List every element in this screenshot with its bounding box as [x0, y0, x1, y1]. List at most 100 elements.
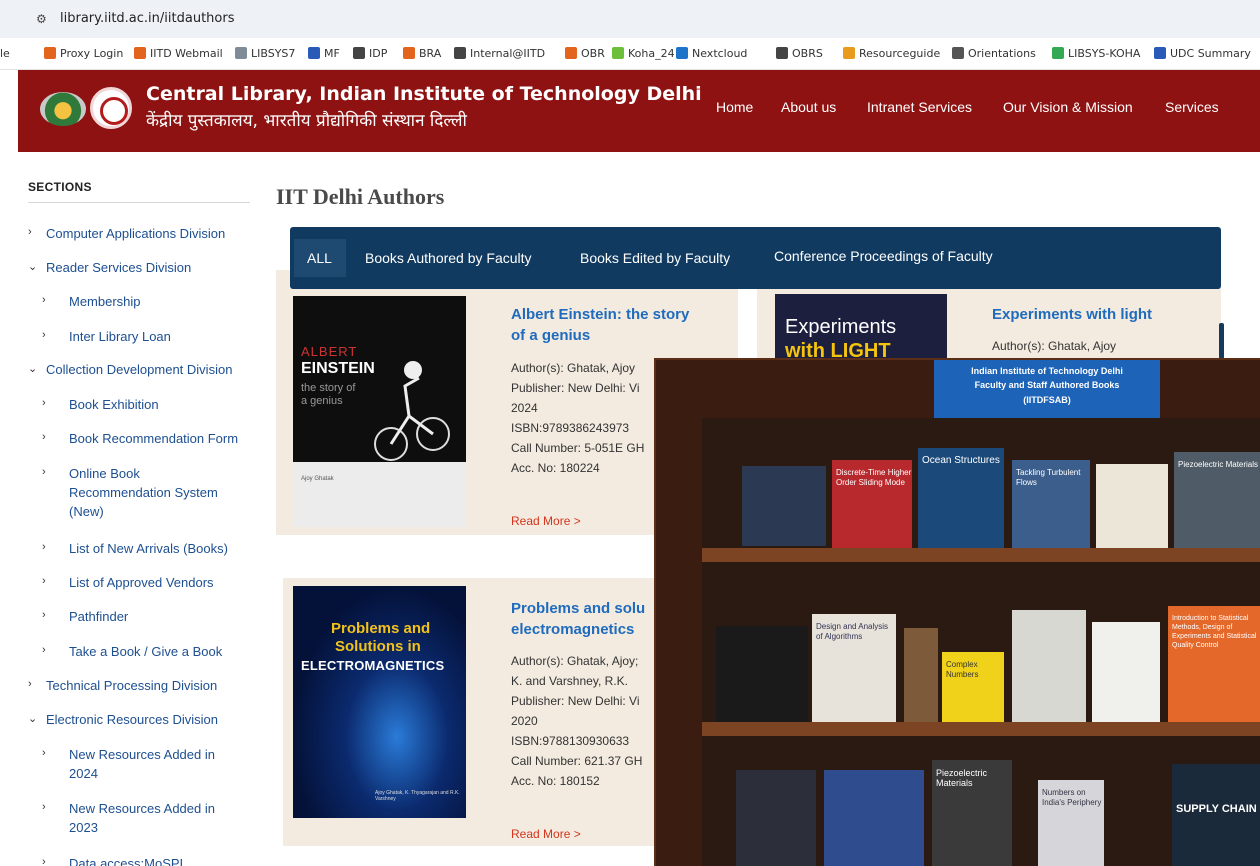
book-spine-text: Tackling Turbulent Flows	[1016, 468, 1081, 487]
tab-conference-proceedings[interactable]: Conference Proceedings of Faculty	[774, 248, 993, 264]
chevron-right-icon: ›	[42, 294, 46, 306]
photo-book: Design and Analysis of Algorithms	[812, 614, 896, 722]
book-year: 2020	[511, 714, 538, 728]
book-spine-text: Complex Numbers	[946, 660, 979, 679]
book-acc-no: Acc. No: 180224	[511, 461, 600, 475]
bookmark-libsys-koha[interactable]: LIBSYS-KOHA	[1052, 47, 1140, 60]
book-title-line[interactable]: of a genius	[511, 325, 731, 346]
photo-book: Ocean Structures	[918, 448, 1004, 548]
sidebar-item-collection-development[interactable]: Collection Development Division	[46, 360, 258, 379]
sidebar-item-online-book-recommendation[interactable]: Online Book Recommendation System (New)	[69, 464, 219, 521]
cover-text: with LIGHT	[785, 340, 891, 358]
sidebar-item-data-access-mospi[interactable]: Data access:MoSPI	[69, 854, 258, 866]
book-spine-text: Numbers on India's Periphery	[1042, 788, 1102, 807]
chevron-right-icon: ›	[42, 747, 46, 759]
bookmark-label: LIBSYS-KOHA	[1068, 47, 1141, 60]
browser-url-bar[interactable]: ⚙ library.iitd.ac.in/iitdauthors	[0, 0, 1260, 38]
sidebar-item-book-exhibition[interactable]: Book Exhibition	[69, 395, 258, 414]
iitd-logo[interactable]	[90, 87, 132, 129]
chevron-right-icon: ›	[42, 397, 46, 409]
bookmark-favicon-icon	[353, 47, 365, 59]
sidebar-item-reader-services[interactable]: Reader Services Division	[46, 258, 258, 277]
sidebar-item-technical-processing[interactable]: Technical Processing Division	[46, 676, 258, 695]
bookmark-proxy-login[interactable]: Proxy Login	[44, 47, 123, 60]
photo-book	[1012, 610, 1086, 722]
book-title-line[interactable]: electromagnetics	[511, 619, 654, 640]
read-more-link[interactable]: Read More >	[511, 514, 581, 528]
bookmark-orientations[interactable]: Orientations	[952, 47, 1036, 60]
nav-about-us[interactable]: About us	[781, 99, 836, 115]
book-isbn: ISBN:9789386243973	[511, 421, 630, 435]
cover-author: Ajoy Ghatak	[301, 476, 334, 482]
nav-intranet-services[interactable]: Intranet Services	[867, 99, 972, 115]
book-publisher: Publisher: New Delhi: Vi	[511, 694, 640, 708]
tab-books-edited[interactable]: Books Edited by Faculty	[580, 250, 730, 266]
bookmark-iitd-webmail[interactable]: IITD Webmail	[134, 47, 223, 60]
sidebar-item-resources-2023[interactable]: New Resources Added in 2023	[69, 799, 229, 837]
chevron-down-icon: ⌄	[28, 713, 38, 725]
book-title-einstein[interactable]: Albert Einstein: the story of a genius	[511, 304, 731, 346]
tab-books-authored[interactable]: Books Authored by Faculty	[365, 250, 532, 266]
sidebar-item-approved-vendors[interactable]: List of Approved Vendors	[69, 573, 258, 592]
bookmark-udc-summary[interactable]: UDC Summary	[1154, 47, 1251, 60]
bookmark-nextcloud[interactable]: Nextcloud	[676, 47, 747, 60]
bookmark-le[interactable]: le	[0, 47, 10, 60]
site-info-icon[interactable]: ⚙	[36, 12, 47, 26]
bookmark-libsys7[interactable]: LIBSYS7	[235, 47, 295, 60]
bookmark-resourceguide[interactable]: Resourceguide	[843, 47, 940, 60]
book-publisher: Publisher: New Delhi: Vi	[511, 381, 640, 395]
sidebar-item-take-give-book[interactable]: Take a Book / Give a Book	[69, 642, 258, 661]
chevron-right-icon: ›	[42, 609, 46, 621]
read-more-link[interactable]: Read More >	[511, 827, 581, 841]
chevron-right-icon: ›	[42, 541, 46, 553]
sidebar-item-inter-library-loan[interactable]: Inter Library Loan	[69, 327, 258, 346]
scrollbar-thumb[interactable]	[1219, 323, 1224, 359]
url-text[interactable]: library.iitd.ac.in/iitdauthors	[60, 11, 234, 26]
cover-text: Problems and	[331, 620, 431, 637]
sidebar-item-resources-2024[interactable]: New Resources Added in 2024	[69, 745, 229, 783]
site-title[interactable]: Central Library, Indian Institute of Tec…	[146, 83, 702, 105]
book-title-line[interactable]: Problems and solu	[511, 598, 654, 619]
sign-line: Faculty and Staff Authored Books	[974, 380, 1120, 390]
book-cover-electromagnetics[interactable]: Problems and Solutions in ELECTROMAGNETI…	[293, 586, 466, 818]
cover-text: ALBERT	[301, 344, 358, 359]
photo-book	[824, 770, 924, 866]
bookmark-obr[interactable]: OBR	[565, 47, 605, 60]
book-cover-experiments-light[interactable]: Experiments with LIGHT	[775, 294, 947, 358]
tab-all[interactable]: ALL	[307, 250, 332, 266]
bookmark-label: IITD Webmail	[150, 47, 223, 60]
nav-home[interactable]: Home	[716, 99, 753, 115]
nav-vision-mission[interactable]: Our Vision & Mission	[1003, 99, 1133, 115]
nav-services[interactable]: Services	[1165, 99, 1219, 115]
shelf-board	[702, 548, 1260, 562]
book-title-line[interactable]: Albert Einstein: the story	[511, 304, 731, 325]
sidebar-item-book-recommendation-form[interactable]: Book Recommendation Form	[69, 429, 258, 448]
bookmark-favicon-icon	[1052, 47, 1064, 59]
bookmark-label: le	[0, 47, 10, 60]
book-authors: Author(s): Ghatak, Ajoy	[511, 361, 636, 375]
book-meta: Author(s): Ghatak, Ajoy; K. and Varshney…	[511, 651, 654, 791]
book-call-number: Call Number: 5-051E GH	[511, 441, 645, 455]
bookmark-favicon-icon	[44, 47, 56, 59]
bookmark-mf[interactable]: MF	[308, 47, 340, 60]
sidebar-item-pathfinder[interactable]: Pathfinder	[69, 607, 258, 626]
book-title-experiments-light[interactable]: Experiments with light	[992, 304, 1152, 325]
bookmark-obrs[interactable]: OBRS	[776, 47, 823, 60]
library-logo[interactable]	[40, 92, 86, 126]
sidebar-item-new-arrivals[interactable]: List of New Arrivals (Books)	[69, 539, 258, 558]
book-cover-einstein[interactable]: ALBERT EINSTEIN the story of a genius Aj…	[293, 296, 466, 527]
bookmark-label: IDP	[369, 47, 388, 60]
sidebar-item-computer-applications[interactable]: Computer Applications Division	[46, 224, 258, 243]
filter-tabs: ALL Books Authored by Faculty Books Edit…	[290, 227, 1221, 289]
bookmark-bra[interactable]: BRA	[403, 47, 441, 60]
bookmark-internal-iitd[interactable]: Internal@IITD	[454, 47, 545, 60]
site-title-hindi[interactable]: केंद्रीय पुस्तकालय, भारतीय प्रौद्योगिकी …	[146, 108, 467, 131]
bookmark-koha-24[interactable]: Koha_24	[612, 47, 675, 60]
bookmark-idp[interactable]: IDP	[353, 47, 387, 60]
book-title-electromagnetics[interactable]: Problems and solu electromagnetics	[511, 598, 654, 640]
chevron-right-icon: ›	[42, 431, 46, 443]
bookshelf-photo: Indian Institute of Technology Delhi Fac…	[654, 358, 1260, 866]
sidebar-item-membership[interactable]: Membership	[69, 292, 258, 311]
sidebar-item-electronic-resources[interactable]: Electronic Resources Division	[46, 710, 258, 729]
bookmark-label: OBRS	[792, 47, 823, 60]
